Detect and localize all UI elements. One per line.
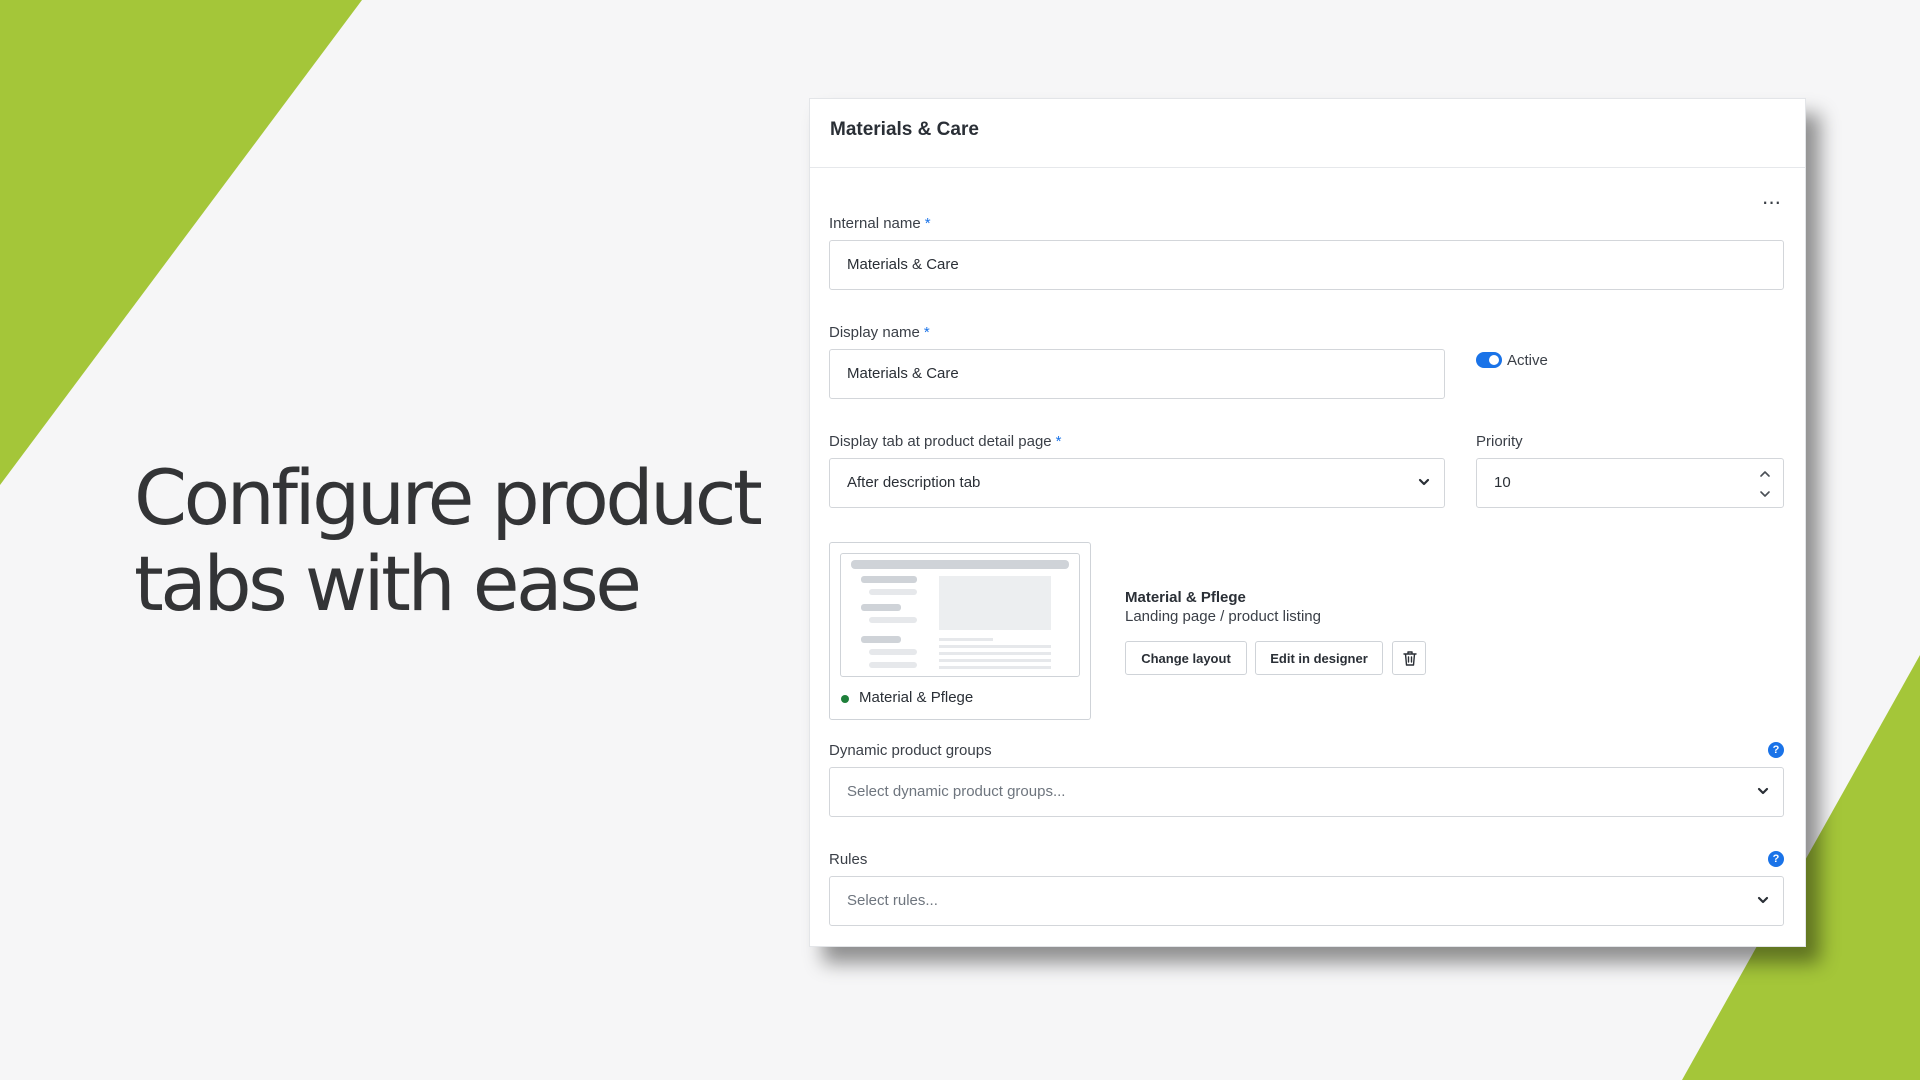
tab-settings-card: Materials & Care ··· Internal name * Mate… xyxy=(809,98,1806,947)
toggle-knob xyxy=(1489,355,1499,365)
rules-select[interactable]: Select rules... xyxy=(829,876,1784,926)
chevron-down-icon xyxy=(1418,478,1430,486)
dynamic-product-groups-label: Dynamic product groups xyxy=(829,742,992,759)
dynamic-product-groups-select[interactable]: Select dynamic product groups... xyxy=(829,767,1784,817)
display-tab-value: After description tab xyxy=(847,474,981,491)
layout-preview-card[interactable]: Material & Pflege xyxy=(829,542,1091,720)
help-icon[interactable]: ? xyxy=(1768,742,1784,758)
required-marker: * xyxy=(924,215,931,232)
internal-name-field[interactable]: Materials & Care xyxy=(829,240,1784,290)
display-tab-label: Display tab at product detail page * xyxy=(829,433,1062,450)
internal-name-value: Materials & Care xyxy=(847,256,959,273)
display-name-field[interactable]: Materials & Care xyxy=(829,349,1445,399)
display-tab-select[interactable]: After description tab xyxy=(829,458,1445,508)
active-toggle-label: Active xyxy=(1507,352,1548,369)
card-header: Materials & Care xyxy=(810,99,1805,168)
stepper-arrows-icon[interactable] xyxy=(1757,465,1773,503)
change-layout-button[interactable]: Change layout xyxy=(1125,641,1247,675)
help-icon[interactable]: ? xyxy=(1768,851,1784,867)
more-options-icon[interactable]: ··· xyxy=(1756,191,1786,217)
edit-in-designer-button[interactable]: Edit in designer xyxy=(1255,641,1383,675)
priority-label: Priority xyxy=(1476,433,1523,450)
layout-name: Material & Pflege xyxy=(1125,589,1246,606)
required-marker: * xyxy=(1055,433,1062,450)
chevron-down-icon xyxy=(1757,896,1769,904)
layout-wireframe-image xyxy=(851,560,1069,669)
display-name-value: Materials & Care xyxy=(847,365,959,382)
status-dot xyxy=(841,695,849,703)
internal-name-label: Internal name * xyxy=(829,215,931,232)
trash-icon xyxy=(1403,651,1417,666)
display-name-label: Display name * xyxy=(829,324,930,341)
layout-type: Landing page / product listing xyxy=(1125,608,1321,625)
priority-stepper[interactable]: 10 xyxy=(1476,458,1784,508)
headline: Configure product tabs with ease xyxy=(134,453,763,628)
priority-value: 10 xyxy=(1494,474,1511,491)
chevron-down-icon xyxy=(1757,787,1769,795)
layout-card-name: Material & Pflege xyxy=(859,689,974,706)
rules-label: Rules xyxy=(829,851,868,868)
rules-placeholder: Select rules... xyxy=(847,892,938,909)
required-marker: * xyxy=(923,324,930,341)
green-triangle-top-left xyxy=(0,0,362,485)
delete-layout-button[interactable] xyxy=(1392,641,1426,675)
layout-thumbnail xyxy=(840,553,1080,677)
active-toggle[interactable] xyxy=(1476,352,1502,368)
card-title: Materials & Care xyxy=(830,119,979,140)
dynamic-product-groups-placeholder: Select dynamic product groups... xyxy=(847,783,1066,800)
